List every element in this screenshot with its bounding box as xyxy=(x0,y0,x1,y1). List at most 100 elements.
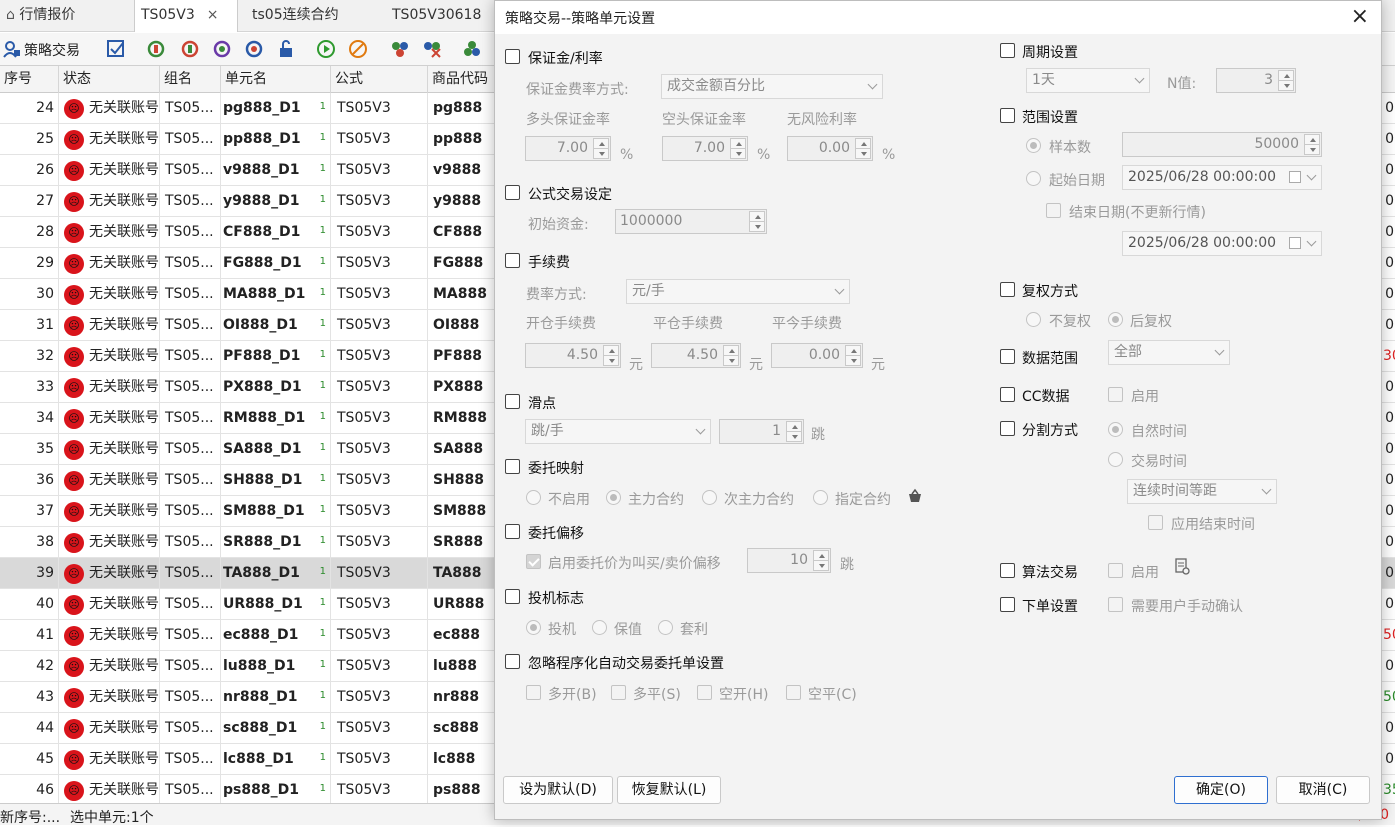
order-offset-checkbox[interactable] xyxy=(505,524,520,539)
unlock-icon[interactable] xyxy=(276,39,296,59)
algo-trade-checkbox[interactable] xyxy=(1000,563,1015,578)
spin-down-icon[interactable] xyxy=(593,148,609,159)
settings-doc-icon[interactable] xyxy=(1174,558,1190,576)
clear-icon[interactable] xyxy=(180,39,200,59)
spin-down-icon[interactable] xyxy=(723,355,739,366)
calendar-icon[interactable] xyxy=(1289,237,1301,249)
short-margin-input[interactable]: 7.00 xyxy=(662,136,748,161)
close-icon[interactable]: × xyxy=(1351,5,1369,29)
period-checkbox[interactable] xyxy=(1000,43,1015,58)
calendar-icon[interactable] xyxy=(1289,171,1301,183)
cc-data-checkbox[interactable] xyxy=(1000,387,1015,402)
initial-capital-input[interactable]: 1000000 xyxy=(615,209,767,234)
slippage-mode-select[interactable]: 跳/手 xyxy=(525,419,711,444)
natural-time-radio[interactable] xyxy=(1108,422,1123,437)
n-value-input[interactable]: 3 xyxy=(1216,68,1296,93)
spin-down-icon[interactable] xyxy=(1278,80,1294,91)
end-date-picker[interactable]: 2025/06/28 00:00:00 xyxy=(1122,231,1322,256)
start-date-picker[interactable]: 2025/06/28 00:00:00 xyxy=(1122,165,1322,190)
mapping-secondary-radio[interactable] xyxy=(702,490,717,505)
strategy-trade-button[interactable]: 策略交易 xyxy=(24,40,80,60)
check-icon[interactable] xyxy=(106,39,126,59)
col-unit[interactable]: 单元名 xyxy=(221,66,331,93)
spin-down-icon[interactable] xyxy=(749,221,765,232)
long-margin-input[interactable]: 7.00 xyxy=(525,136,611,161)
offset-enable-checkbox[interactable] xyxy=(526,554,541,569)
open-fee-input[interactable]: 4.50 xyxy=(525,343,621,368)
tab-ts05v3[interactable]: TS05V3 × xyxy=(134,0,238,32)
remove-unit-icon[interactable] xyxy=(422,39,442,59)
spec-radio[interactable] xyxy=(526,620,541,635)
tab-quotes[interactable]: ⌂ 行情报价 xyxy=(0,0,134,32)
fee-checkbox[interactable] xyxy=(505,253,520,268)
ok-button[interactable]: 确定(O) xyxy=(1174,776,1268,804)
target-icon[interactable] xyxy=(244,39,264,59)
tab-ts05-continuous[interactable]: ts05连续合约 xyxy=(246,0,376,32)
add-unit-icon[interactable] xyxy=(390,39,410,59)
ignore-short-close-checkbox[interactable] xyxy=(786,685,801,700)
restore-default-button[interactable]: 恢复默认(L) xyxy=(617,776,721,804)
spin-down-icon[interactable] xyxy=(786,431,802,442)
hedge-radio[interactable] xyxy=(592,620,607,635)
no-adjust-radio[interactable] xyxy=(1026,312,1041,327)
mapping-main-radio[interactable] xyxy=(606,490,621,505)
split-mode-checkbox[interactable] xyxy=(1000,421,1015,436)
start-date-radio[interactable] xyxy=(1026,171,1041,186)
data-range-select[interactable]: 全部 xyxy=(1108,340,1230,365)
start-icon[interactable] xyxy=(316,39,336,59)
trading-time-radio[interactable] xyxy=(1108,452,1123,467)
close-fee-input[interactable]: 4.50 xyxy=(651,343,741,368)
slippage-input[interactable]: 1 xyxy=(719,419,804,444)
group-icon[interactable] xyxy=(212,39,232,59)
ignore-long-close-checkbox[interactable] xyxy=(611,685,626,700)
arbitrage-radio[interactable] xyxy=(658,620,673,635)
ignore-short-open-checkbox[interactable] xyxy=(697,685,712,700)
margin-method-select[interactable]: 成交金额百分比 xyxy=(661,74,883,99)
range-checkbox[interactable] xyxy=(1000,108,1015,123)
apply-end-time-checkbox[interactable] xyxy=(1148,515,1163,530)
close-tab-icon[interactable]: × xyxy=(207,7,219,23)
tab-ts05v30618[interactable]: TS05V30618 xyxy=(386,0,496,32)
stop-icon[interactable] xyxy=(348,39,368,59)
end-date-checkbox[interactable] xyxy=(1046,203,1061,218)
spin-down-icon[interactable] xyxy=(855,148,871,159)
manual-confirm-checkbox[interactable] xyxy=(1108,597,1123,612)
formula-trade-checkbox[interactable] xyxy=(505,185,520,200)
spin-down-icon[interactable] xyxy=(603,355,619,366)
basket-icon[interactable] xyxy=(907,488,923,504)
link-icon[interactable] xyxy=(462,39,482,59)
spin-down-icon[interactable] xyxy=(813,560,829,571)
col-code[interactable]: 商品代码 xyxy=(428,66,498,93)
split-interval-select[interactable]: 连续时间等距 xyxy=(1127,479,1277,504)
spin-down-icon[interactable] xyxy=(730,148,746,159)
today-fee-input[interactable]: 0.00 xyxy=(771,343,863,368)
spec-flag-checkbox[interactable] xyxy=(505,589,520,604)
cc-enable-checkbox[interactable] xyxy=(1108,387,1123,402)
col-status[interactable]: 状态 xyxy=(59,66,160,93)
col-group[interactable]: 组名 xyxy=(160,66,221,93)
data-range-checkbox[interactable] xyxy=(1000,349,1015,364)
back-adjust-radio[interactable] xyxy=(1108,312,1123,327)
margin-rate-checkbox[interactable] xyxy=(505,49,520,64)
fee-method-select[interactable]: 元/手 xyxy=(626,279,850,304)
order-settings-checkbox[interactable] xyxy=(1000,597,1015,612)
spin-down-icon[interactable] xyxy=(845,355,861,366)
ignore-auto-checkbox[interactable] xyxy=(505,654,520,669)
sample-count-radio[interactable] xyxy=(1026,138,1041,153)
spin-down-icon[interactable] xyxy=(1304,144,1320,155)
algo-enable-checkbox[interactable] xyxy=(1108,563,1123,578)
slippage-checkbox[interactable] xyxy=(505,394,520,409)
col-formula[interactable]: 公式 xyxy=(331,66,428,93)
sample-count-input[interactable]: 50000 xyxy=(1122,132,1322,157)
riskfree-input[interactable]: 0.00 xyxy=(787,136,873,161)
col-index[interactable]: 序号 xyxy=(0,66,59,93)
ignore-long-open-checkbox[interactable] xyxy=(526,685,541,700)
refresh-icon[interactable] xyxy=(146,39,166,59)
period-select[interactable]: 1天 xyxy=(1026,68,1150,93)
mapping-disabled-radio[interactable] xyxy=(526,490,541,505)
cancel-button[interactable]: 取消(C) xyxy=(1276,776,1370,804)
set-default-button[interactable]: 设为默认(D) xyxy=(503,776,613,804)
mapping-specified-radio[interactable] xyxy=(813,490,828,505)
order-mapping-checkbox[interactable] xyxy=(505,459,520,474)
rights-checkbox[interactable] xyxy=(1000,282,1015,297)
